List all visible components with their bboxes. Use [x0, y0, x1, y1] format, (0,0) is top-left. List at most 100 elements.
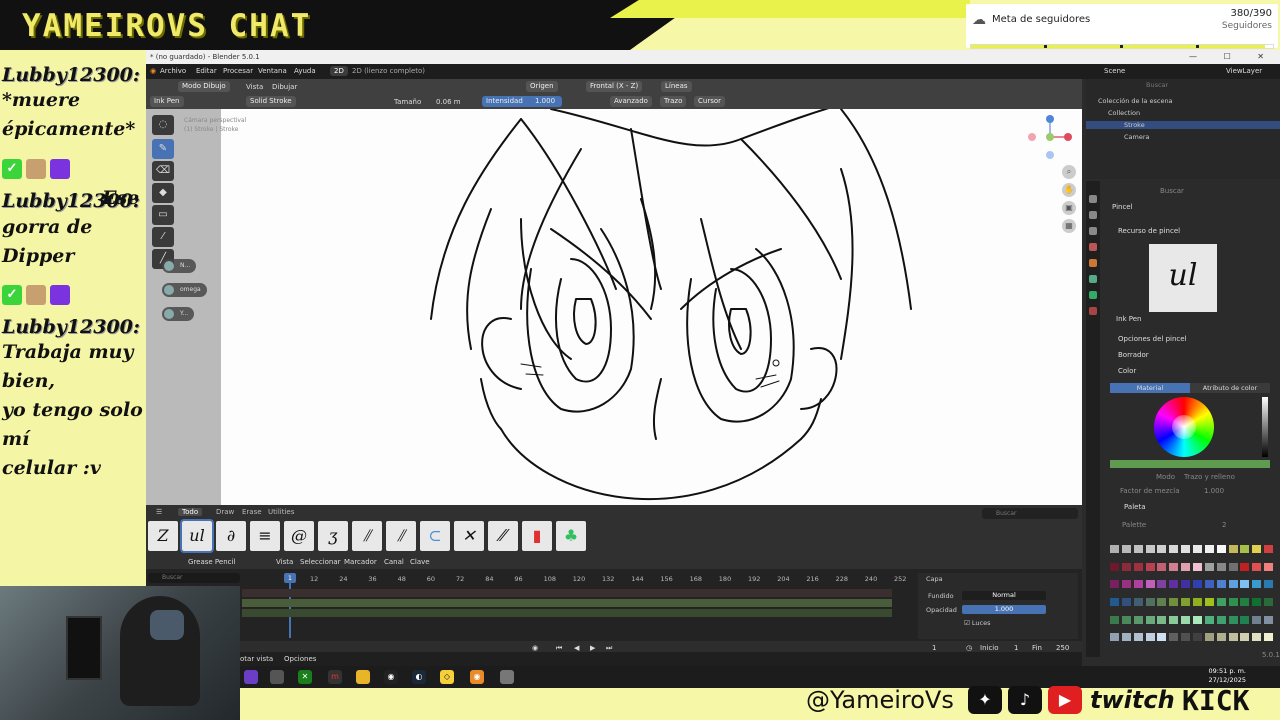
palette-swatch[interactable] [1216, 633, 1226, 642]
palette-swatch[interactable] [1169, 562, 1179, 571]
steam-icon[interactable]: ◐ [412, 670, 426, 684]
palette-swatch[interactable] [1133, 633, 1143, 642]
menu-window[interactable]: Ventana [258, 67, 287, 75]
palette-swatch[interactable] [1228, 633, 1238, 642]
timeline-menu-select[interactable]: Seleccionar [300, 558, 341, 566]
palette-swatch[interactable] [1216, 580, 1226, 589]
palette-swatch[interactable] [1240, 633, 1250, 642]
color-wheel[interactable] [1154, 397, 1214, 457]
timeline-menu-marker[interactable]: Marcador [344, 558, 377, 566]
menu-help[interactable]: Ayuda [294, 67, 316, 75]
app-icon[interactable] [270, 670, 284, 684]
shelf-tab-utilities[interactable]: Utilities [268, 508, 294, 516]
shelf-search-input[interactable]: Buscar [982, 508, 1078, 519]
stroke-row[interactable]: Stroke [1086, 121, 1280, 129]
brush-thumbnail[interactable]: ∂ [216, 521, 246, 551]
shelf-menu-icon[interactable]: ☰ [156, 508, 162, 516]
menu-render[interactable]: Procesar [223, 67, 253, 75]
palette-swatch[interactable] [1204, 580, 1214, 589]
palette-swatch[interactable] [1121, 580, 1131, 589]
brush-thumbnail[interactable]: ♣ [556, 521, 586, 551]
frame-field[interactable]: 1 [932, 644, 936, 652]
origin-dropdown[interactable]: Origen [526, 81, 558, 92]
palette-swatch[interactable] [1145, 562, 1155, 571]
app-icon[interactable]: m [328, 670, 342, 684]
brush-thumbnail[interactable]: Z [148, 521, 178, 551]
palette-swatch[interactable] [1133, 580, 1143, 589]
palette-swatch[interactable] [1133, 562, 1143, 571]
palette-swatch[interactable] [1121, 597, 1131, 606]
app-icon[interactable] [244, 670, 258, 684]
blend-dropdown[interactable]: Normal [962, 591, 1046, 600]
palette-swatch[interactable] [1216, 562, 1226, 571]
palette-swatch[interactable] [1133, 615, 1143, 624]
palette-swatch[interactable] [1181, 545, 1191, 553]
layer-track[interactable] [242, 609, 892, 617]
pan-icon[interactable]: ✋ [1062, 183, 1076, 197]
select-cursor-icon[interactable]: ◌ [152, 115, 174, 135]
brush-options-panel[interactable]: Opciones del pincel [1118, 335, 1187, 343]
xbox-icon[interactable]: ✕ [298, 670, 312, 684]
object-tab-icon[interactable] [1089, 275, 1097, 283]
output-tab-icon[interactable] [1089, 227, 1097, 235]
view-menu[interactable]: Vista [246, 83, 263, 91]
shelf-tab-draw[interactable]: Draw [216, 508, 234, 516]
brush-thumbnail-ink-pen[interactable]: ul [180, 519, 214, 553]
palette-swatches[interactable] [1110, 545, 1274, 649]
eyedropper-icon[interactable]: ⁄ [152, 227, 174, 247]
collection-row[interactable]: Collection [1108, 109, 1140, 117]
palette-swatch[interactable] [1192, 615, 1202, 624]
menu-file[interactable]: Archivo [160, 67, 186, 75]
brush-thumbnail[interactable]: ʒ [318, 521, 348, 551]
lights-checkbox[interactable]: ☑ Luces [964, 619, 991, 627]
mode-value[interactable]: Trazo y relleno [1184, 473, 1235, 481]
value-slider[interactable] [1262, 397, 1268, 457]
brush-thumbnail[interactable]: ⫽ [386, 521, 416, 551]
palette-swatch[interactable] [1204, 545, 1214, 553]
properties-search[interactable]: Buscar [1160, 187, 1184, 195]
lines-dropdown[interactable]: Líneas [661, 81, 692, 92]
palette-swatch[interactable] [1192, 545, 1202, 553]
palette-swatch[interactable] [1181, 580, 1191, 589]
palette-swatch[interactable] [1252, 562, 1262, 571]
draw-menu[interactable]: Dibujar [272, 83, 297, 91]
tab-material[interactable]: Material [1110, 383, 1190, 393]
palette-swatch[interactable] [1204, 615, 1214, 624]
palette-swatch[interactable] [1192, 633, 1202, 642]
palette-swatch[interactable] [1145, 597, 1155, 606]
palette-swatch[interactable] [1264, 633, 1274, 642]
editor-type-dropdown[interactable]: Grease Pencil [188, 558, 235, 566]
palette-swatch[interactable] [1110, 633, 1119, 642]
palette-swatch[interactable] [1110, 597, 1119, 606]
tint-icon[interactable]: ▭ [152, 205, 174, 225]
workspace-tab-2d[interactable]: 2D [330, 66, 348, 76]
palette-swatch[interactable] [1228, 580, 1238, 589]
world-tab-icon[interactable] [1089, 259, 1097, 267]
start-frame[interactable]: 1 [1014, 644, 1018, 652]
brush-thumbnail[interactable]: ▮ [522, 521, 552, 551]
brush-thumbnail[interactable]: ⫽ [352, 521, 382, 551]
size-value[interactable]: 0.06 m [436, 98, 461, 106]
palette-swatch[interactable] [1121, 562, 1131, 571]
palette-swatch[interactable] [1252, 615, 1262, 624]
palette-swatch[interactable] [1192, 580, 1202, 589]
palette-swatch[interactable] [1157, 545, 1167, 553]
brush-thumbnail[interactable]: ≡ [250, 521, 280, 551]
palette-swatch[interactable] [1181, 562, 1191, 571]
color-panel[interactable]: Color [1118, 367, 1136, 375]
palette-swatch[interactable] [1264, 580, 1274, 589]
palette-swatch[interactable] [1228, 562, 1238, 571]
palette-swatch[interactable] [1216, 597, 1226, 606]
palette-swatch[interactable] [1157, 597, 1167, 606]
camera-row[interactable]: Camera [1124, 133, 1150, 141]
palette-swatch[interactable] [1145, 580, 1155, 589]
palette-swatch[interactable] [1204, 633, 1214, 642]
palette-swatch[interactable] [1169, 597, 1179, 606]
palette-swatch[interactable] [1110, 615, 1119, 624]
render-tab-icon[interactable] [1089, 211, 1097, 219]
palette-swatch[interactable] [1240, 597, 1250, 606]
mix-factor-value[interactable]: 1.000 [1204, 487, 1224, 495]
palette-swatch[interactable] [1181, 597, 1191, 606]
modifier-tab-icon[interactable] [1089, 291, 1097, 299]
palette-swatch[interactable] [1157, 562, 1167, 571]
